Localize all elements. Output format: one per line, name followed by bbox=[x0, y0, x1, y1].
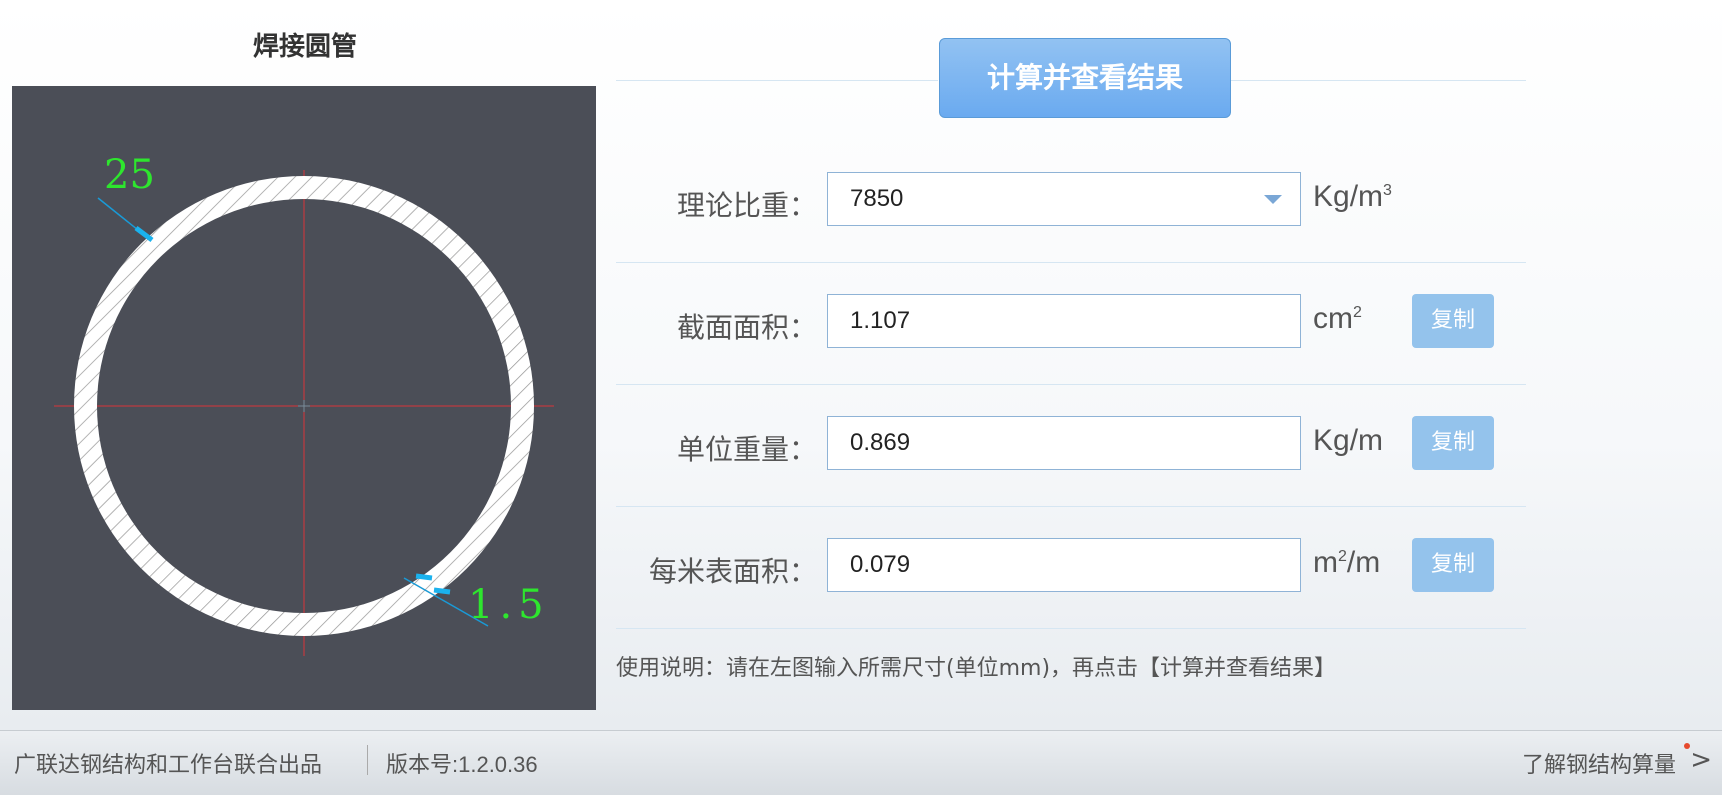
weight-field[interactable]: 0.869 bbox=[827, 416, 1301, 470]
calculate-button[interactable]: 计算并查看结果 bbox=[939, 38, 1231, 118]
surface-unit: m2/m bbox=[1313, 546, 1381, 579]
copy-weight-button[interactable]: 复制 bbox=[1412, 416, 1494, 470]
copy-surface-button[interactable]: 复制 bbox=[1412, 538, 1494, 592]
surface-field[interactable]: 0.079 bbox=[827, 538, 1301, 592]
surface-value: 0.079 bbox=[850, 551, 911, 578]
surface-label: 每米表面积： bbox=[648, 555, 817, 588]
dropdown-arrow-icon[interactable] bbox=[1264, 195, 1282, 204]
header-divider-left bbox=[616, 80, 938, 81]
learn-more-link[interactable]: 了解钢结构算量 bbox=[1522, 747, 1676, 779]
area-unit: cm2 bbox=[1313, 302, 1362, 335]
notification-dot-icon bbox=[1684, 743, 1690, 749]
drawing-canvas[interactable]: 25 1.5 bbox=[12, 86, 596, 710]
weight-unit: Kg/m bbox=[1313, 424, 1384, 457]
weight-label: 单位重量： bbox=[676, 433, 817, 466]
density-unit: Kg/m3 bbox=[1313, 180, 1392, 213]
density-select[interactable]: 7850 bbox=[827, 172, 1301, 226]
chevron-right-icon[interactable]: > bbox=[1690, 745, 1712, 775]
status-separator bbox=[367, 745, 368, 775]
diameter-dimension: 25 bbox=[104, 152, 155, 198]
credits-text: 广联达钢结构和工作台联合出品 bbox=[14, 753, 323, 778]
area-field[interactable]: 1.107 bbox=[827, 294, 1301, 348]
usage-note: 使用说明：请在左图输入所需尺寸(单位mm)，再点击【计算并查看结果】 bbox=[616, 656, 1337, 681]
row-divider bbox=[616, 262, 1526, 263]
row-divider bbox=[616, 628, 1526, 629]
drawing-title: 焊接圆管 bbox=[252, 32, 357, 62]
header-divider-right bbox=[1230, 80, 1526, 81]
pipe-section-svg: 25 1.5 bbox=[12, 86, 596, 710]
area-label: 截面面积： bbox=[676, 311, 817, 344]
row-divider bbox=[616, 506, 1526, 507]
density-label: 理论比重： bbox=[676, 189, 817, 222]
version-text: 版本号:1.2.0.36 bbox=[386, 752, 538, 777]
density-value: 7850 bbox=[850, 185, 904, 212]
copy-area-button[interactable]: 复制 bbox=[1412, 294, 1494, 348]
thickness-dimension: 1.5 bbox=[468, 582, 550, 628]
area-value: 1.107 bbox=[850, 307, 911, 334]
weight-value: 0.869 bbox=[850, 429, 911, 456]
row-divider bbox=[616, 384, 1526, 385]
status-bar: 广联达钢结构和工作台联合出品 版本号:1.2.0.36 了解钢结构算量 > bbox=[0, 730, 1722, 795]
